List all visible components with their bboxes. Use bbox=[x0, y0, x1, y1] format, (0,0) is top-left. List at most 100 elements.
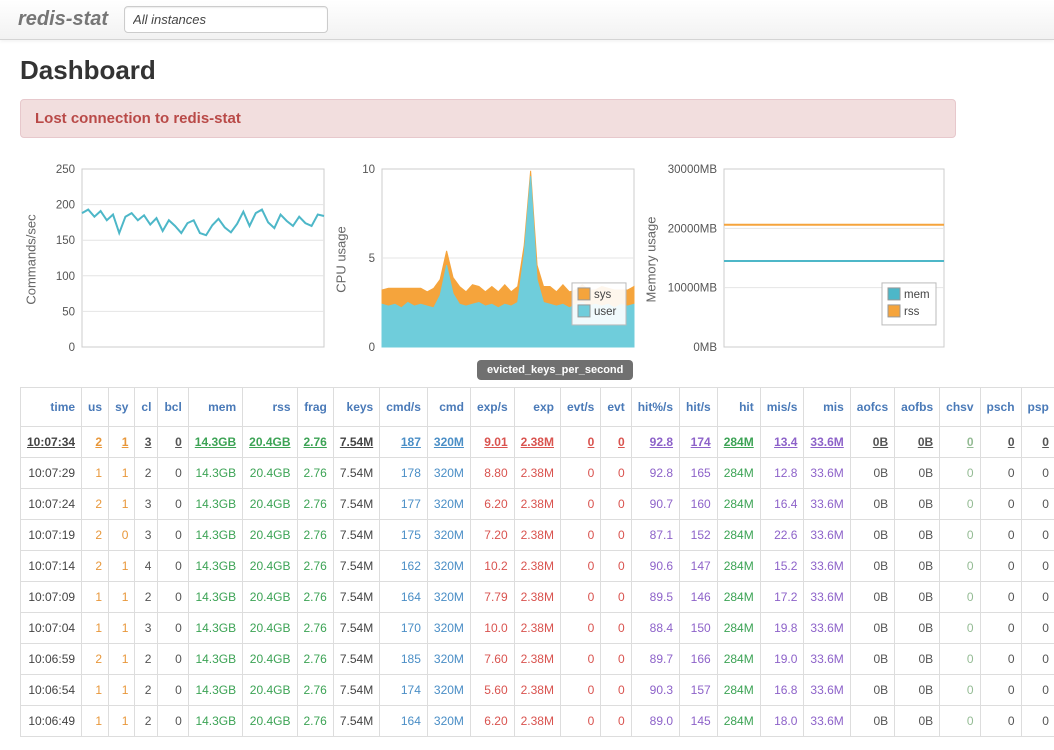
memory-chart-canvas: 0MB10000MB20000MB30000MBmemrss bbox=[662, 161, 950, 357]
svg-text:250: 250 bbox=[56, 164, 75, 176]
cell-mem: 14.3GB bbox=[188, 458, 242, 489]
cell-miss: 19.0 bbox=[760, 644, 804, 675]
column-header-us[interactable]: us bbox=[82, 388, 109, 427]
cell-aofcs: 0B bbox=[850, 613, 894, 644]
cell-mem: 14.3GB bbox=[188, 489, 242, 520]
page-title: Dashboard bbox=[20, 55, 1034, 85]
table-row: 10:07:14214014.3GB20.4GB2.767.54M162320M… bbox=[21, 551, 1054, 582]
y-axis-label: Commands/sec bbox=[20, 161, 42, 357]
commands-chart-canvas: 050100150200250 bbox=[42, 161, 330, 357]
cell-miss: 22.6 bbox=[760, 520, 804, 551]
cell-us: 1 bbox=[82, 458, 109, 489]
cell-keys: 7.54M bbox=[333, 582, 379, 613]
memory-usage-chart: Memory usage 0MB10000MB20000MB30000MBmem… bbox=[640, 161, 950, 357]
column-header-cmds[interactable]: cmd/s bbox=[380, 388, 428, 427]
cell-cmd: 320M bbox=[427, 613, 470, 644]
cell-mem: 14.3GB bbox=[188, 613, 242, 644]
cell-frag: 2.76 bbox=[297, 520, 333, 551]
cell-chsv: 0 bbox=[940, 706, 980, 737]
cell-exps: 6.20 bbox=[470, 489, 514, 520]
cell-cl: 3 bbox=[135, 489, 158, 520]
cell-us: 2 bbox=[82, 427, 109, 458]
cell-evts: 0 bbox=[560, 427, 600, 458]
cell-exps: 9.01 bbox=[470, 427, 514, 458]
column-header-chsv[interactable]: chsv bbox=[940, 388, 980, 427]
cell-mis: 33.6M bbox=[804, 613, 850, 644]
cell-evts: 0 bbox=[560, 582, 600, 613]
column-header-exps[interactable]: exp/s bbox=[470, 388, 514, 427]
cell-cl: 2 bbox=[135, 675, 158, 706]
cell-cl: 2 bbox=[135, 582, 158, 613]
cell-chsv: 0 bbox=[940, 644, 980, 675]
cell-rss: 20.4GB bbox=[243, 675, 297, 706]
column-header-hit[interactable]: hit bbox=[717, 388, 760, 427]
cell-psch: 0 bbox=[980, 706, 1021, 737]
cell-keys: 7.54M bbox=[333, 644, 379, 675]
cell-mem: 14.3GB bbox=[188, 675, 242, 706]
cell-exp: 2.38M bbox=[514, 582, 560, 613]
column-header-hitps[interactable]: hit%/s bbox=[631, 388, 679, 427]
cell-time: 10:07:34 bbox=[21, 427, 82, 458]
column-header-mis[interactable]: mis bbox=[804, 388, 850, 427]
cell-rss: 20.4GB bbox=[243, 582, 297, 613]
column-header-time[interactable]: time bbox=[21, 388, 82, 427]
instance-filter-input[interactable] bbox=[124, 6, 328, 33]
cell-psch: 0 bbox=[980, 427, 1021, 458]
table-row: 10:07:24213014.3GB20.4GB2.767.54M177320M… bbox=[21, 489, 1054, 520]
column-header-hits[interactable]: hit/s bbox=[680, 388, 718, 427]
svg-text:200: 200 bbox=[56, 200, 75, 212]
cell-psch: 0 bbox=[980, 489, 1021, 520]
cell-rss: 20.4GB bbox=[243, 613, 297, 644]
cell-frag: 2.76 bbox=[297, 644, 333, 675]
svg-text:150: 150 bbox=[56, 235, 75, 247]
cell-evts: 0 bbox=[560, 520, 600, 551]
cell-hit: 284M bbox=[717, 458, 760, 489]
cell-hitps: 90.7 bbox=[631, 489, 679, 520]
cell-hitps: 87.1 bbox=[631, 520, 679, 551]
table-row: 10:07:19203014.3GB20.4GB2.767.54M175320M… bbox=[21, 520, 1054, 551]
column-header-frag[interactable]: frag bbox=[297, 388, 333, 427]
cell-cl: 3 bbox=[135, 520, 158, 551]
cell-mis: 33.6M bbox=[804, 489, 850, 520]
cell-frag: 2.76 bbox=[297, 675, 333, 706]
cell-us: 1 bbox=[82, 613, 109, 644]
column-header-evts[interactable]: evt/s bbox=[560, 388, 600, 427]
column-header-evt[interactable]: evt bbox=[601, 388, 631, 427]
column-header-exp[interactable]: exp bbox=[514, 388, 560, 427]
cell-aofbs: 0B bbox=[895, 489, 940, 520]
column-header-sy[interactable]: sy bbox=[109, 388, 135, 427]
cell-exp: 2.38M bbox=[514, 520, 560, 551]
column-header-aofcs[interactable]: aofcs bbox=[850, 388, 894, 427]
svg-text:mem: mem bbox=[904, 289, 930, 301]
column-header-rss[interactable]: rss bbox=[243, 388, 297, 427]
cell-evt: 0 bbox=[601, 675, 631, 706]
column-header-keys[interactable]: keys bbox=[333, 388, 379, 427]
column-header-cl[interactable]: cl bbox=[135, 388, 158, 427]
stats-table: timeussyclbclmemrssfragkeyscmd/scmdexp/s… bbox=[20, 387, 1054, 737]
cell-hitps: 92.8 bbox=[631, 427, 679, 458]
cell-psch: 0 bbox=[980, 582, 1021, 613]
svg-text:0: 0 bbox=[69, 342, 75, 354]
column-header-mem[interactable]: mem bbox=[188, 388, 242, 427]
cell-frag: 2.76 bbox=[297, 582, 333, 613]
cell-psp: 0 bbox=[1021, 520, 1054, 551]
cell-cmds: 175 bbox=[380, 520, 428, 551]
cell-keys: 7.54M bbox=[333, 520, 379, 551]
svg-text:0MB: 0MB bbox=[693, 342, 717, 354]
column-header-bcl[interactable]: bcl bbox=[158, 388, 188, 427]
cell-aofcs: 0B bbox=[850, 582, 894, 613]
column-header-psch[interactable]: psch bbox=[980, 388, 1021, 427]
cell-exps: 7.20 bbox=[470, 520, 514, 551]
cell-hit: 284M bbox=[717, 582, 760, 613]
cell-sy: 0 bbox=[109, 520, 135, 551]
column-header-aofbs[interactable]: aofbs bbox=[895, 388, 940, 427]
cell-frag: 2.76 bbox=[297, 551, 333, 582]
table-row: 10:06:59212014.3GB20.4GB2.767.54M185320M… bbox=[21, 644, 1054, 675]
column-header-miss[interactable]: mis/s bbox=[760, 388, 804, 427]
column-header-psp[interactable]: psp bbox=[1021, 388, 1054, 427]
content: Dashboard Lost connection to redis-stat … bbox=[0, 55, 1054, 737]
brand-link[interactable]: redis-stat bbox=[18, 8, 108, 31]
cell-aofcs: 0B bbox=[850, 706, 894, 737]
cell-frag: 2.76 bbox=[297, 427, 333, 458]
column-header-cmd[interactable]: cmd bbox=[427, 388, 470, 427]
